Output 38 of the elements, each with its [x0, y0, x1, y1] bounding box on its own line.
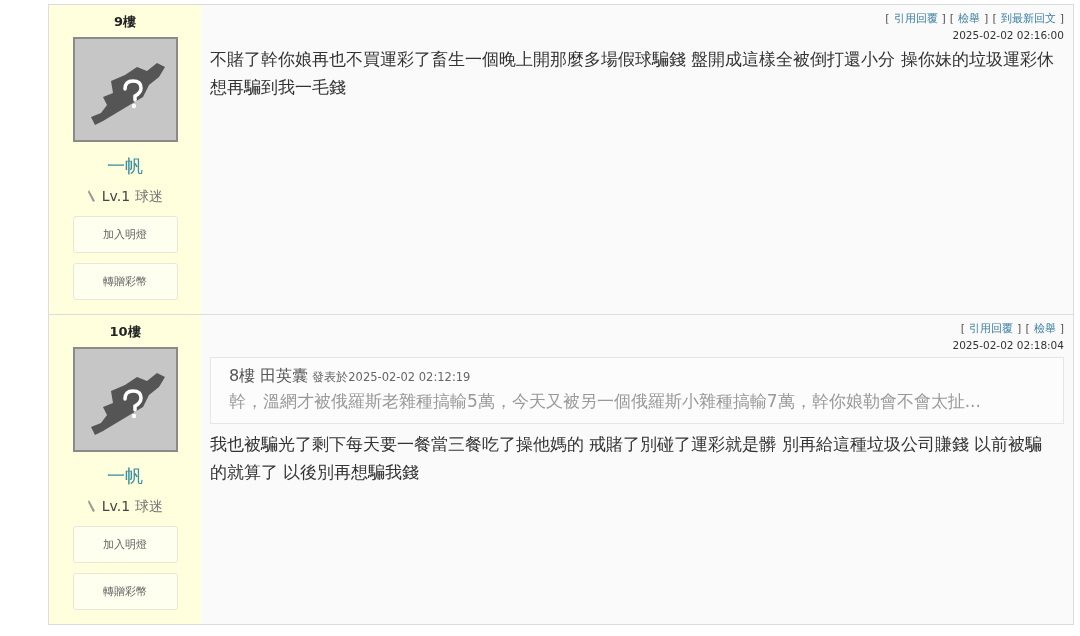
post-link[interactable]: 檢舉	[1033, 321, 1056, 337]
bracket: [	[949, 11, 955, 27]
user-level: Lv.1	[101, 497, 131, 516]
post-text: 我也被騙光了剩下每天要一餐當三餐吃了操他媽的 戒賭了別碰了運彩就是髒 別再給這種垃圾公司賺錢 以前被騙的就算了 以後別再想騙我錢	[210, 433, 1044, 484]
post-link[interactable]: 引用回覆	[893, 11, 938, 27]
floor-number: 9樓	[113, 13, 136, 31]
pen-icon	[86, 499, 97, 513]
avatar-icon	[72, 37, 178, 142]
user-level: Lv.1	[101, 187, 131, 206]
action-button[interactable]: 轉贈彩幣	[72, 263, 178, 300]
action-button[interactable]: 加入明燈	[72, 216, 178, 253]
bracket: ]	[1017, 321, 1022, 337]
quote-text: 幹，溫網才被俄羅斯老雜種搞輸5萬，今天又被另一個俄羅斯小雜種搞輸7萬，幹你娘勒會不會太扯...	[229, 390, 982, 413]
post-time: 2025-02-02 02:16:00	[952, 28, 1064, 43]
bracket: [	[885, 11, 890, 27]
bracket: ]	[984, 11, 989, 27]
pen-icon	[86, 189, 97, 203]
user-rank: 球迷	[135, 497, 164, 516]
bracket: [	[992, 11, 997, 27]
post-link[interactable]: 到最新回文	[1000, 11, 1056, 27]
user-name[interactable]: 一帆	[107, 464, 143, 488]
post-link[interactable]: 檢舉	[958, 11, 981, 27]
avatar-icon	[72, 347, 178, 452]
bracket: ]	[1059, 11, 1064, 27]
action-button[interactable]: 加入明燈	[72, 526, 178, 563]
quote-time: 發表於2025-02-02 02:12:19	[312, 370, 471, 385]
quote-author: 8樓 田英囊	[229, 366, 309, 387]
floor-number: 10樓	[109, 323, 141, 341]
bracket: ]	[1059, 321, 1064, 337]
action-button[interactable]: 轉贈彩幣	[72, 573, 178, 610]
post-text: 不賭了幹你娘再也不買運彩了畜生一個晚上開那麼多場假球騙錢 盤開成這樣全被倒打還小分 操你妹的垃圾運彩休想再騙到我一毛錢	[210, 48, 1055, 99]
post-link[interactable]: 引用回覆	[969, 321, 1014, 337]
user-name[interactable]: 一帆	[107, 154, 143, 178]
bracket: [	[1025, 321, 1030, 337]
bracket: ]	[941, 11, 946, 27]
bracket: [	[960, 321, 966, 337]
user-rank: 球迷	[135, 187, 164, 206]
post-time: 2025-02-02 02:18:04	[952, 338, 1064, 353]
